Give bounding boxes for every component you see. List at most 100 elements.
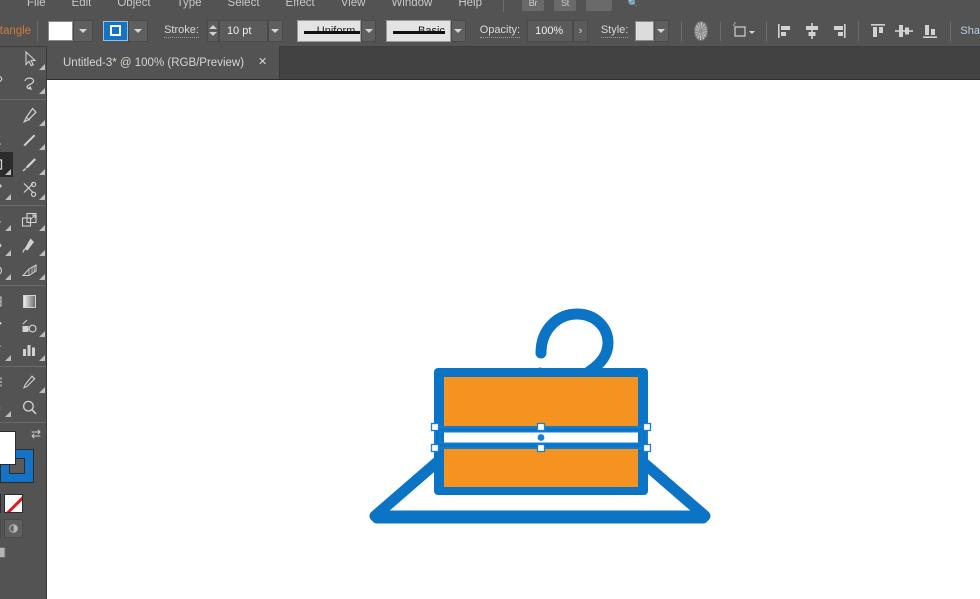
normal-screen-mode-icon[interactable] [0, 519, 1, 538]
curvature-tool[interactable] [0, 103, 13, 128]
slice-tool[interactable] [13, 370, 48, 395]
menu-item-type[interactable]: Type [164, 0, 215, 15]
tool-row [0, 289, 47, 314]
scissors-tool[interactable] [13, 177, 48, 202]
align-vertical-center-icon[interactable] [895, 21, 913, 41]
brush-definition-select[interactable]: Basic [386, 20, 451, 42]
mesh-tool[interactable] [0, 289, 13, 314]
towel-upper-panel [444, 377, 638, 426]
illustrator-window: File Edit Object Type Select Effect View… [0, 0, 980, 599]
swap-fill-stroke-icon[interactable]: ⇄ [29, 427, 43, 441]
column-graph-tool[interactable] [13, 339, 48, 364]
bridge-icon[interactable]: Br [522, 0, 544, 11]
magic-wand-tool[interactable] [0, 72, 13, 97]
menu-divider [503, 0, 504, 12]
align-left-icon[interactable] [777, 21, 795, 41]
graphic-style-rosette-icon[interactable] [694, 21, 709, 41]
opacity-label[interactable]: Opacity: [480, 24, 520, 38]
style-label[interactable]: Style: [601, 24, 629, 38]
tools-panel: ⇄ [0, 47, 47, 599]
control-bar: ctangle Stroke: 10 pt Uniform Basic [0, 15, 980, 47]
tool-row [0, 103, 47, 128]
presentation-mode-icon[interactable] [4, 519, 23, 538]
arrange-documents-icon[interactable] [586, 0, 612, 11]
stroke-swatch[interactable] [103, 21, 128, 41]
towel-lower-panel [444, 449, 638, 487]
menu-item-file[interactable]: File [14, 0, 59, 15]
graphic-style-dropdown[interactable] [654, 20, 669, 42]
clothes-hanger-artwork[interactable] [47, 80, 980, 599]
opacity-expand-button[interactable]: › [573, 20, 588, 42]
stroke-weight-input[interactable]: 10 pt [219, 20, 268, 42]
stroke-swatch-dropdown[interactable] [128, 20, 148, 42]
menu-item-object[interactable]: Object [104, 0, 163, 15]
width-tool[interactable] [0, 233, 13, 258]
control-divider-2 [681, 21, 682, 41]
opacity-input[interactable]: 100% [527, 20, 573, 42]
close-icon[interactable]: ✕ [258, 57, 267, 68]
scale-tool[interactable] [13, 209, 48, 234]
menu-bar: File Edit Object Type Select Effect View… [0, 0, 980, 15]
tool-row [0, 395, 47, 420]
zoom-tool[interactable] [13, 395, 48, 420]
direct-selection-tool[interactable] [13, 47, 48, 72]
menu-item-help[interactable]: Help [445, 0, 495, 15]
menu-item-window[interactable]: Window [378, 0, 445, 15]
perspective-grid-tool[interactable] [13, 258, 48, 283]
symbol-sprayer-tool[interactable] [0, 339, 13, 364]
tool-row [0, 209, 47, 234]
transform-shape-icon[interactable] [731, 21, 748, 41]
fill-swatch-dropdown[interactable] [73, 20, 93, 42]
width-profile-select[interactable]: Uniform [297, 20, 362, 42]
width-profile-dropdown[interactable] [361, 20, 376, 42]
paintbrush-tool[interactable] [13, 152, 48, 177]
menu-item-select[interactable]: Select [215, 0, 273, 15]
toolbar-fill-swatch[interactable] [0, 431, 16, 465]
stroke-weight-label[interactable]: Stroke: [164, 24, 199, 38]
shape-panel-link[interactable]: Sha [960, 25, 980, 37]
shape-builder-tool[interactable] [0, 258, 13, 283]
none-swatch-icon[interactable] [4, 494, 23, 513]
align-top-icon[interactable] [869, 21, 887, 41]
brush-definition-dropdown[interactable] [451, 20, 466, 42]
eyedropper-tool[interactable] [0, 314, 13, 339]
pencil-tool[interactable] [0, 177, 13, 202]
selection-tool[interactable] [0, 47, 13, 72]
screen-mode-row [0, 519, 47, 538]
tool-row [0, 177, 47, 202]
menu-item-effect[interactable]: Effect [273, 0, 328, 15]
free-transform-tool[interactable] [13, 233, 48, 258]
search-icon[interactable]: 🔍 [622, 0, 644, 11]
line-segment-tool[interactable] [13, 128, 48, 153]
fill-stroke-widget: ⇄ [0, 427, 47, 491]
align-right-icon[interactable] [829, 21, 847, 41]
rectangle-tool[interactable] [0, 152, 13, 177]
change-screen-mode-icon[interactable] [0, 546, 12, 566]
align-bottom-icon[interactable] [921, 21, 939, 41]
tool-row [0, 47, 47, 72]
control-divider-6 [950, 21, 951, 41]
gradient-swatch-icon[interactable] [0, 494, 1, 513]
add-anchor-point-tool[interactable] [0, 128, 13, 153]
document-canvas[interactable] [47, 80, 980, 599]
stroke-weight-stepper[interactable] [207, 20, 219, 42]
control-divider-4 [766, 21, 767, 41]
transform-shape-dropdown[interactable] [749, 25, 755, 37]
artboard-tool[interactable] [0, 370, 13, 395]
pen-tool[interactable] [13, 103, 48, 128]
stroke-weight-dropdown[interactable] [268, 20, 283, 42]
lasso-tool[interactable] [13, 72, 48, 97]
control-divider-5 [858, 21, 859, 41]
menu-item-edit[interactable]: Edit [59, 0, 105, 15]
tool-row [0, 339, 47, 364]
align-horizontal-center-icon[interactable] [803, 21, 821, 41]
stock-icon[interactable]: St [554, 0, 576, 11]
rotate-tool[interactable] [0, 209, 13, 234]
hand-tool[interactable] [0, 395, 13, 420]
gradient-tool[interactable] [13, 289, 48, 314]
blend-tool[interactable] [13, 314, 48, 339]
document-tab[interactable]: Untitled-3* @ 100% (RGB/Preview) ✕ [47, 46, 280, 79]
menu-item-view[interactable]: View [328, 0, 379, 15]
fill-swatch[interactable] [48, 21, 73, 41]
graphic-style-swatch[interactable] [635, 21, 653, 41]
